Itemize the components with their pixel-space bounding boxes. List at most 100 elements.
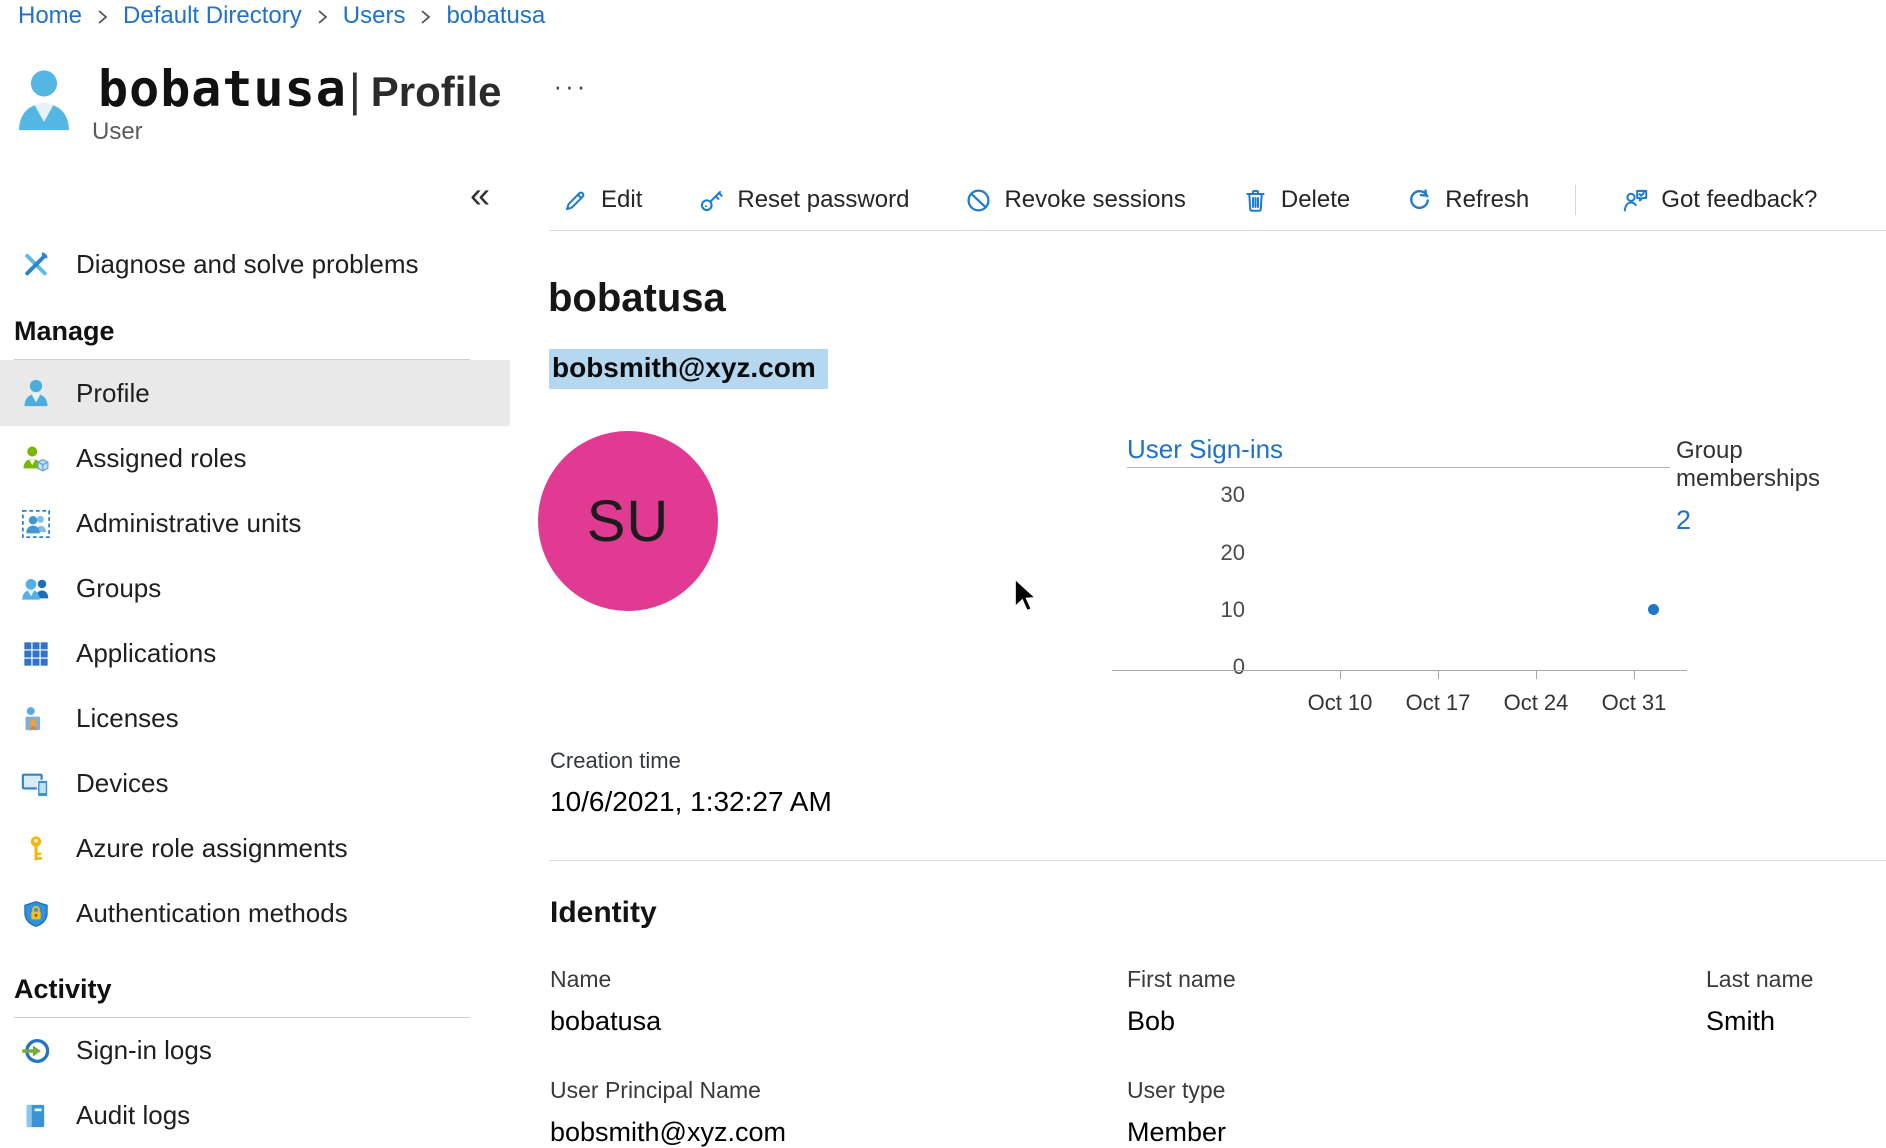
signins-chart: User Sign-ins 30 20 10 0 Oct 10 Oct 17 O… bbox=[1127, 430, 1707, 740]
command-bar: Edit Reset password Revoke sessions Dele… bbox=[562, 178, 1817, 222]
group-memberships-label: Group memberships bbox=[1676, 437, 1886, 493]
sidebar-item-label: Authentication methods bbox=[76, 898, 348, 929]
user-display-name: bobatusa bbox=[548, 276, 726, 321]
sidebar-item-assigned-roles[interactable]: Assigned roles bbox=[0, 426, 510, 491]
profile-person-icon bbox=[20, 377, 52, 409]
sidebar-item-label: Azure role assignments bbox=[76, 833, 348, 864]
identity-field: User type Member bbox=[1127, 1077, 1706, 1148]
field-label: Last name bbox=[1706, 966, 1886, 993]
sidebar-item-label: Diagnose and solve problems bbox=[76, 249, 419, 280]
x-tick-label: Oct 31 bbox=[1574, 690, 1694, 716]
field-value: Bob bbox=[1127, 1006, 1706, 1037]
sidebar-item-label: Devices bbox=[76, 768, 168, 799]
user-avatar-icon bbox=[16, 66, 72, 132]
field-value: Member bbox=[1127, 1117, 1706, 1148]
block-icon bbox=[965, 187, 992, 214]
sidebar-item-signin-logs[interactable]: Sign-in logs bbox=[0, 1018, 510, 1083]
reset-password-button[interactable]: Reset password bbox=[698, 186, 909, 214]
sidebar-item-label: Assigned roles bbox=[76, 443, 247, 474]
sidebar-item-label: Groups bbox=[76, 573, 161, 604]
x-tick bbox=[1536, 670, 1537, 679]
user-signins-link[interactable]: User Sign-ins bbox=[1127, 434, 1283, 465]
entity-type-label: User bbox=[92, 118, 143, 146]
field-value: bobsmith@xyz.com bbox=[550, 1117, 1127, 1148]
avatar[interactable]: SU bbox=[538, 431, 718, 611]
trash-icon bbox=[1242, 187, 1269, 214]
user-email-highlighted: bobsmith@xyz.com bbox=[549, 349, 828, 389]
sidebar-item-diagnose[interactable]: Diagnose and solve problems bbox=[0, 244, 510, 284]
sidebar-item-audit-logs[interactable]: Audit logs bbox=[0, 1083, 510, 1148]
identity-field: First name Bob bbox=[1127, 966, 1706, 1037]
sidebar-item-authentication-methods[interactable]: Authentication methods bbox=[0, 881, 510, 946]
x-axis-line bbox=[1112, 670, 1687, 671]
field-label: Name bbox=[550, 966, 1127, 993]
revoke-sessions-label: Revoke sessions bbox=[1004, 186, 1185, 214]
sidebar-item-devices[interactable]: Devices bbox=[0, 751, 510, 816]
y-tick-label: 30 bbox=[1187, 482, 1245, 508]
creation-time-block: Creation time 10/6/2021, 1:32:27 AM bbox=[550, 748, 832, 818]
creation-time-value: 10/6/2021, 1:32:27 AM bbox=[550, 786, 832, 818]
page-title-section: Profile bbox=[371, 68, 502, 116]
divider bbox=[1127, 467, 1670, 468]
x-tick bbox=[1438, 670, 1439, 679]
shield-lock-icon bbox=[20, 898, 52, 930]
field-value: bobatusa bbox=[550, 1006, 1127, 1037]
signin-arrow-icon bbox=[20, 1035, 52, 1067]
sidebar-section-manage: Manage bbox=[14, 316, 510, 347]
delete-button[interactable]: Delete bbox=[1242, 186, 1350, 214]
chevron-right-icon bbox=[96, 8, 109, 26]
sidebar-item-licenses[interactable]: Licenses bbox=[0, 686, 510, 751]
divider bbox=[1575, 185, 1576, 215]
divider bbox=[550, 230, 1886, 231]
sidebar-item-azure-role-assignments[interactable]: Azure role assignments bbox=[0, 816, 510, 881]
collapse-menu-button[interactable]: « bbox=[470, 174, 490, 216]
refresh-label: Refresh bbox=[1445, 186, 1529, 214]
administrative-units-icon bbox=[20, 508, 52, 540]
edit-pencil-icon bbox=[562, 187, 589, 214]
y-tick-label: 10 bbox=[1187, 597, 1245, 623]
sidebar-item-profile[interactable]: Profile bbox=[0, 360, 510, 426]
sidebar-item-label: Licenses bbox=[76, 703, 179, 734]
group-memberships-count-link[interactable]: 2 bbox=[1676, 505, 1886, 536]
got-feedback-button[interactable]: Got feedback? bbox=[1622, 186, 1817, 214]
divider bbox=[550, 860, 1886, 861]
diagnose-tools-icon bbox=[20, 248, 52, 280]
delete-label: Delete bbox=[1281, 186, 1350, 214]
breadcrumb: Home Default Directory Users bobatusa bbox=[18, 2, 545, 30]
reset-password-label: Reset password bbox=[737, 186, 909, 214]
identity-heading: Identity bbox=[550, 896, 657, 930]
more-options-button[interactable]: ··· bbox=[553, 71, 588, 102]
sidebar-item-label: Administrative units bbox=[76, 508, 301, 539]
chart-point bbox=[1648, 604, 1659, 615]
title-divider: | bbox=[349, 63, 361, 117]
field-label: First name bbox=[1127, 966, 1706, 993]
x-tick bbox=[1634, 670, 1635, 679]
got-feedback-label: Got feedback? bbox=[1661, 186, 1817, 214]
breadcrumb-current[interactable]: bobatusa bbox=[446, 2, 545, 30]
refresh-button[interactable]: Refresh bbox=[1406, 186, 1529, 214]
sidebar-item-label: Applications bbox=[76, 638, 216, 669]
sidebar-item-groups[interactable]: Groups bbox=[0, 556, 510, 621]
sidebar-item-administrative-units[interactable]: Administrative units bbox=[0, 491, 510, 556]
sidebar-item-label: Profile bbox=[76, 378, 150, 409]
identity-grid: Name bobatusa First name Bob Last name S… bbox=[550, 966, 1886, 1148]
assigned-roles-icon bbox=[20, 443, 52, 475]
breadcrumb-home[interactable]: Home bbox=[18, 2, 82, 30]
page-title: bobatusa bbox=[98, 60, 347, 118]
edit-button[interactable]: Edit bbox=[562, 186, 642, 214]
mouse-cursor-icon bbox=[1012, 578, 1042, 616]
chevron-right-icon bbox=[316, 8, 329, 26]
edit-label: Edit bbox=[601, 186, 642, 214]
groups-icon bbox=[20, 573, 52, 605]
key-icon bbox=[20, 833, 52, 865]
identity-field: Last name Smith bbox=[1706, 966, 1886, 1037]
group-memberships-tile: Group memberships 2 bbox=[1676, 437, 1886, 536]
revoke-sessions-button[interactable]: Revoke sessions bbox=[965, 186, 1185, 214]
sidebar-item-applications[interactable]: Applications bbox=[0, 621, 510, 686]
key-icon bbox=[698, 187, 725, 214]
identity-field: User Principal Name bobsmith@xyz.com bbox=[550, 1077, 1127, 1148]
x-tick bbox=[1340, 670, 1341, 679]
field-label: User Principal Name bbox=[550, 1077, 1127, 1104]
breadcrumb-directory[interactable]: Default Directory bbox=[123, 2, 302, 30]
breadcrumb-users[interactable]: Users bbox=[343, 2, 406, 30]
